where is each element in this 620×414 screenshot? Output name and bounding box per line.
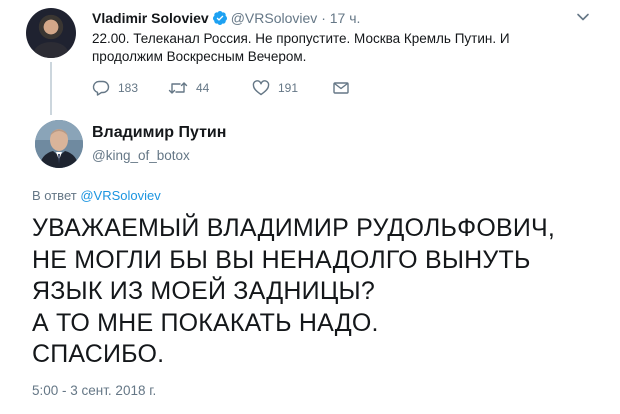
tweet-text-line: А ТО МНЕ ПОКАКАТЬ НАДО. (32, 308, 379, 337)
reply-prefix: В ответ (32, 188, 77, 203)
tweet-time[interactable]: 17 ч. (330, 10, 361, 26)
separator-dot: · (321, 10, 326, 26)
heart-icon (252, 80, 270, 96)
reply-icon (92, 80, 110, 96)
tweet-timestamp[interactable]: 5:00 - 3 сент. 2018 г. (32, 383, 156, 398)
parent-tweet-header: Vladimir Soloviev @VRSoloviev · 17 ч. (92, 10, 360, 29)
direct-message-button[interactable] (332, 80, 350, 96)
chevron-down-icon[interactable] (576, 10, 590, 24)
tweet-text-line: НЕ МОГЛИ БЫ ВЫ НЕНАДОЛГО ВЫНУТЬ (32, 245, 531, 274)
reply-context: В ответ @VRSoloviev (32, 188, 161, 203)
envelope-icon (332, 80, 350, 96)
tweet-text-line: продолжим Воскресным Вечером. (92, 49, 307, 64)
tweet-text-line: СПАСИБО. (32, 340, 165, 368)
verified-badge-icon (212, 10, 228, 29)
author-handle[interactable]: @VRSoloviev (231, 10, 318, 26)
reply-button[interactable]: 183 (92, 80, 138, 96)
tweet-text-line: УВАЖАЕМЫЙ ВЛАДИМИР РУДОЛЬФОВИЧ, (32, 214, 556, 242)
reply-count: 183 (118, 81, 139, 95)
author-handle[interactable]: @king_of_botox (92, 148, 190, 163)
avatar[interactable] (26, 8, 76, 58)
tweet-thread: Vladimir Soloviev @VRSoloviev · 17 ч. 22.… (0, 0, 620, 414)
avatar[interactable] (35, 120, 83, 168)
tweet-text-line: ЯЗЫК ИЗ МОЕЙ ЗАДНИЦЫ? (32, 277, 375, 305)
retweet-count: 44 (196, 81, 210, 95)
like-button[interactable]: 191 (252, 80, 298, 96)
parent-avatar-column (26, 8, 78, 58)
retweet-button[interactable]: 44 (168, 80, 209, 96)
parent-tweet-text: 22.00. Телеканал Россия. Не пропустите. … (92, 30, 562, 66)
like-count: 191 (278, 81, 299, 95)
author-name[interactable]: Владимир Путин (92, 124, 226, 142)
mention-link[interactable]: @VRSoloviev (80, 188, 160, 203)
parent-tweet[interactable]: Vladimir Soloviev @VRSoloviev · 17 ч. 22.… (0, 0, 620, 115)
retweet-icon (168, 80, 188, 96)
author-name[interactable]: Vladimir Soloviev (92, 10, 209, 26)
reply-tweet-text: УВАЖАЕМЫЙ ВЛАДИМИР РУДОЛЬФОВИЧ, НЕ МОГЛИ… (32, 213, 612, 371)
tweet-text-line: 22.00. Телеканал Россия. Не пропустите. … (92, 31, 510, 46)
thread-connector-line (50, 62, 52, 115)
